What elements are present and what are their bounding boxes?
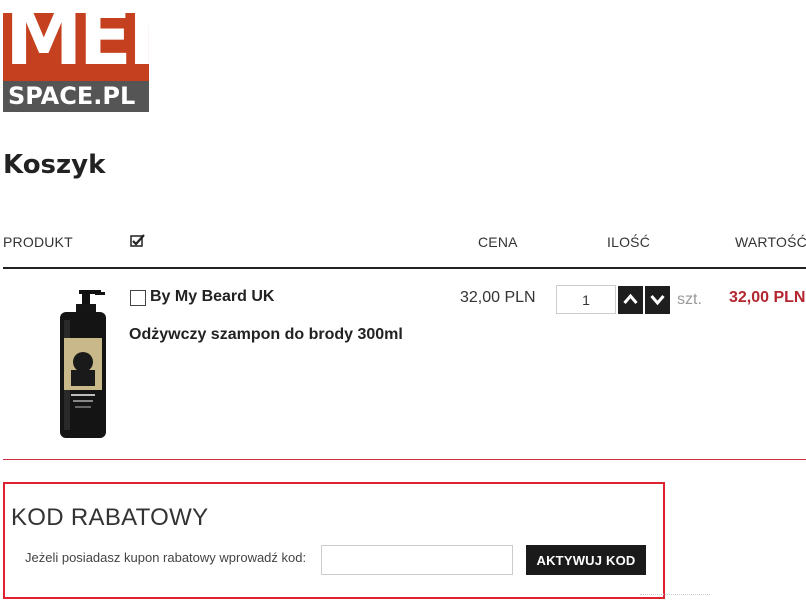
quantity-input[interactable] — [556, 285, 616, 314]
quantity-decrease-button[interactable] — [645, 286, 670, 314]
product-name[interactable]: Odżywczy szampon do brody 300ml — [129, 326, 403, 344]
coupon-section: KOD RABATOWY Jeżeli posiadasz kupon raba… — [3, 482, 665, 599]
site-logo[interactable]: MEN SPACE.PL — [3, 13, 149, 112]
column-header-price: CENA — [478, 234, 518, 250]
row-total: 32,00 PLN — [729, 289, 806, 306]
quantity-unit: szt. — [677, 291, 702, 308]
chevron-down-icon — [650, 295, 665, 306]
cart-divider — [3, 459, 806, 460]
checkmark-icon[interactable] — [130, 234, 146, 251]
page-title: Koszyk — [3, 150, 106, 180]
dotted-divider — [640, 594, 710, 595]
logo-top-text: MEN — [5, 13, 149, 81]
product-image[interactable] — [55, 290, 115, 442]
logo-bottom-block: SPACE.PL — [3, 81, 149, 112]
logo-top-block: MEN — [3, 13, 149, 81]
logo-bottom-text: SPACE.PL — [8, 82, 136, 110]
coupon-label: Jeżeli posiadasz kupon rabatowy wprowadź… — [25, 550, 307, 565]
coupon-input[interactable] — [321, 545, 513, 575]
column-header-quantity: ILOŚĆ — [607, 234, 651, 250]
quantity-increase-button[interactable] — [618, 286, 643, 314]
header-divider — [3, 267, 806, 269]
column-header-product: PRODUKT — [3, 234, 73, 250]
column-header-value: WARTOŚĆ — [735, 234, 806, 250]
product-price: 32,00 PLN — [460, 289, 536, 306]
item-checkbox[interactable] — [130, 290, 146, 306]
activate-code-button[interactable]: AKTYWUJ KOD — [526, 545, 646, 575]
product-brand[interactable]: By My Beard UK — [150, 288, 274, 306]
chevron-up-icon — [623, 293, 638, 304]
coupon-title: KOD RABATOWY — [11, 504, 209, 531]
